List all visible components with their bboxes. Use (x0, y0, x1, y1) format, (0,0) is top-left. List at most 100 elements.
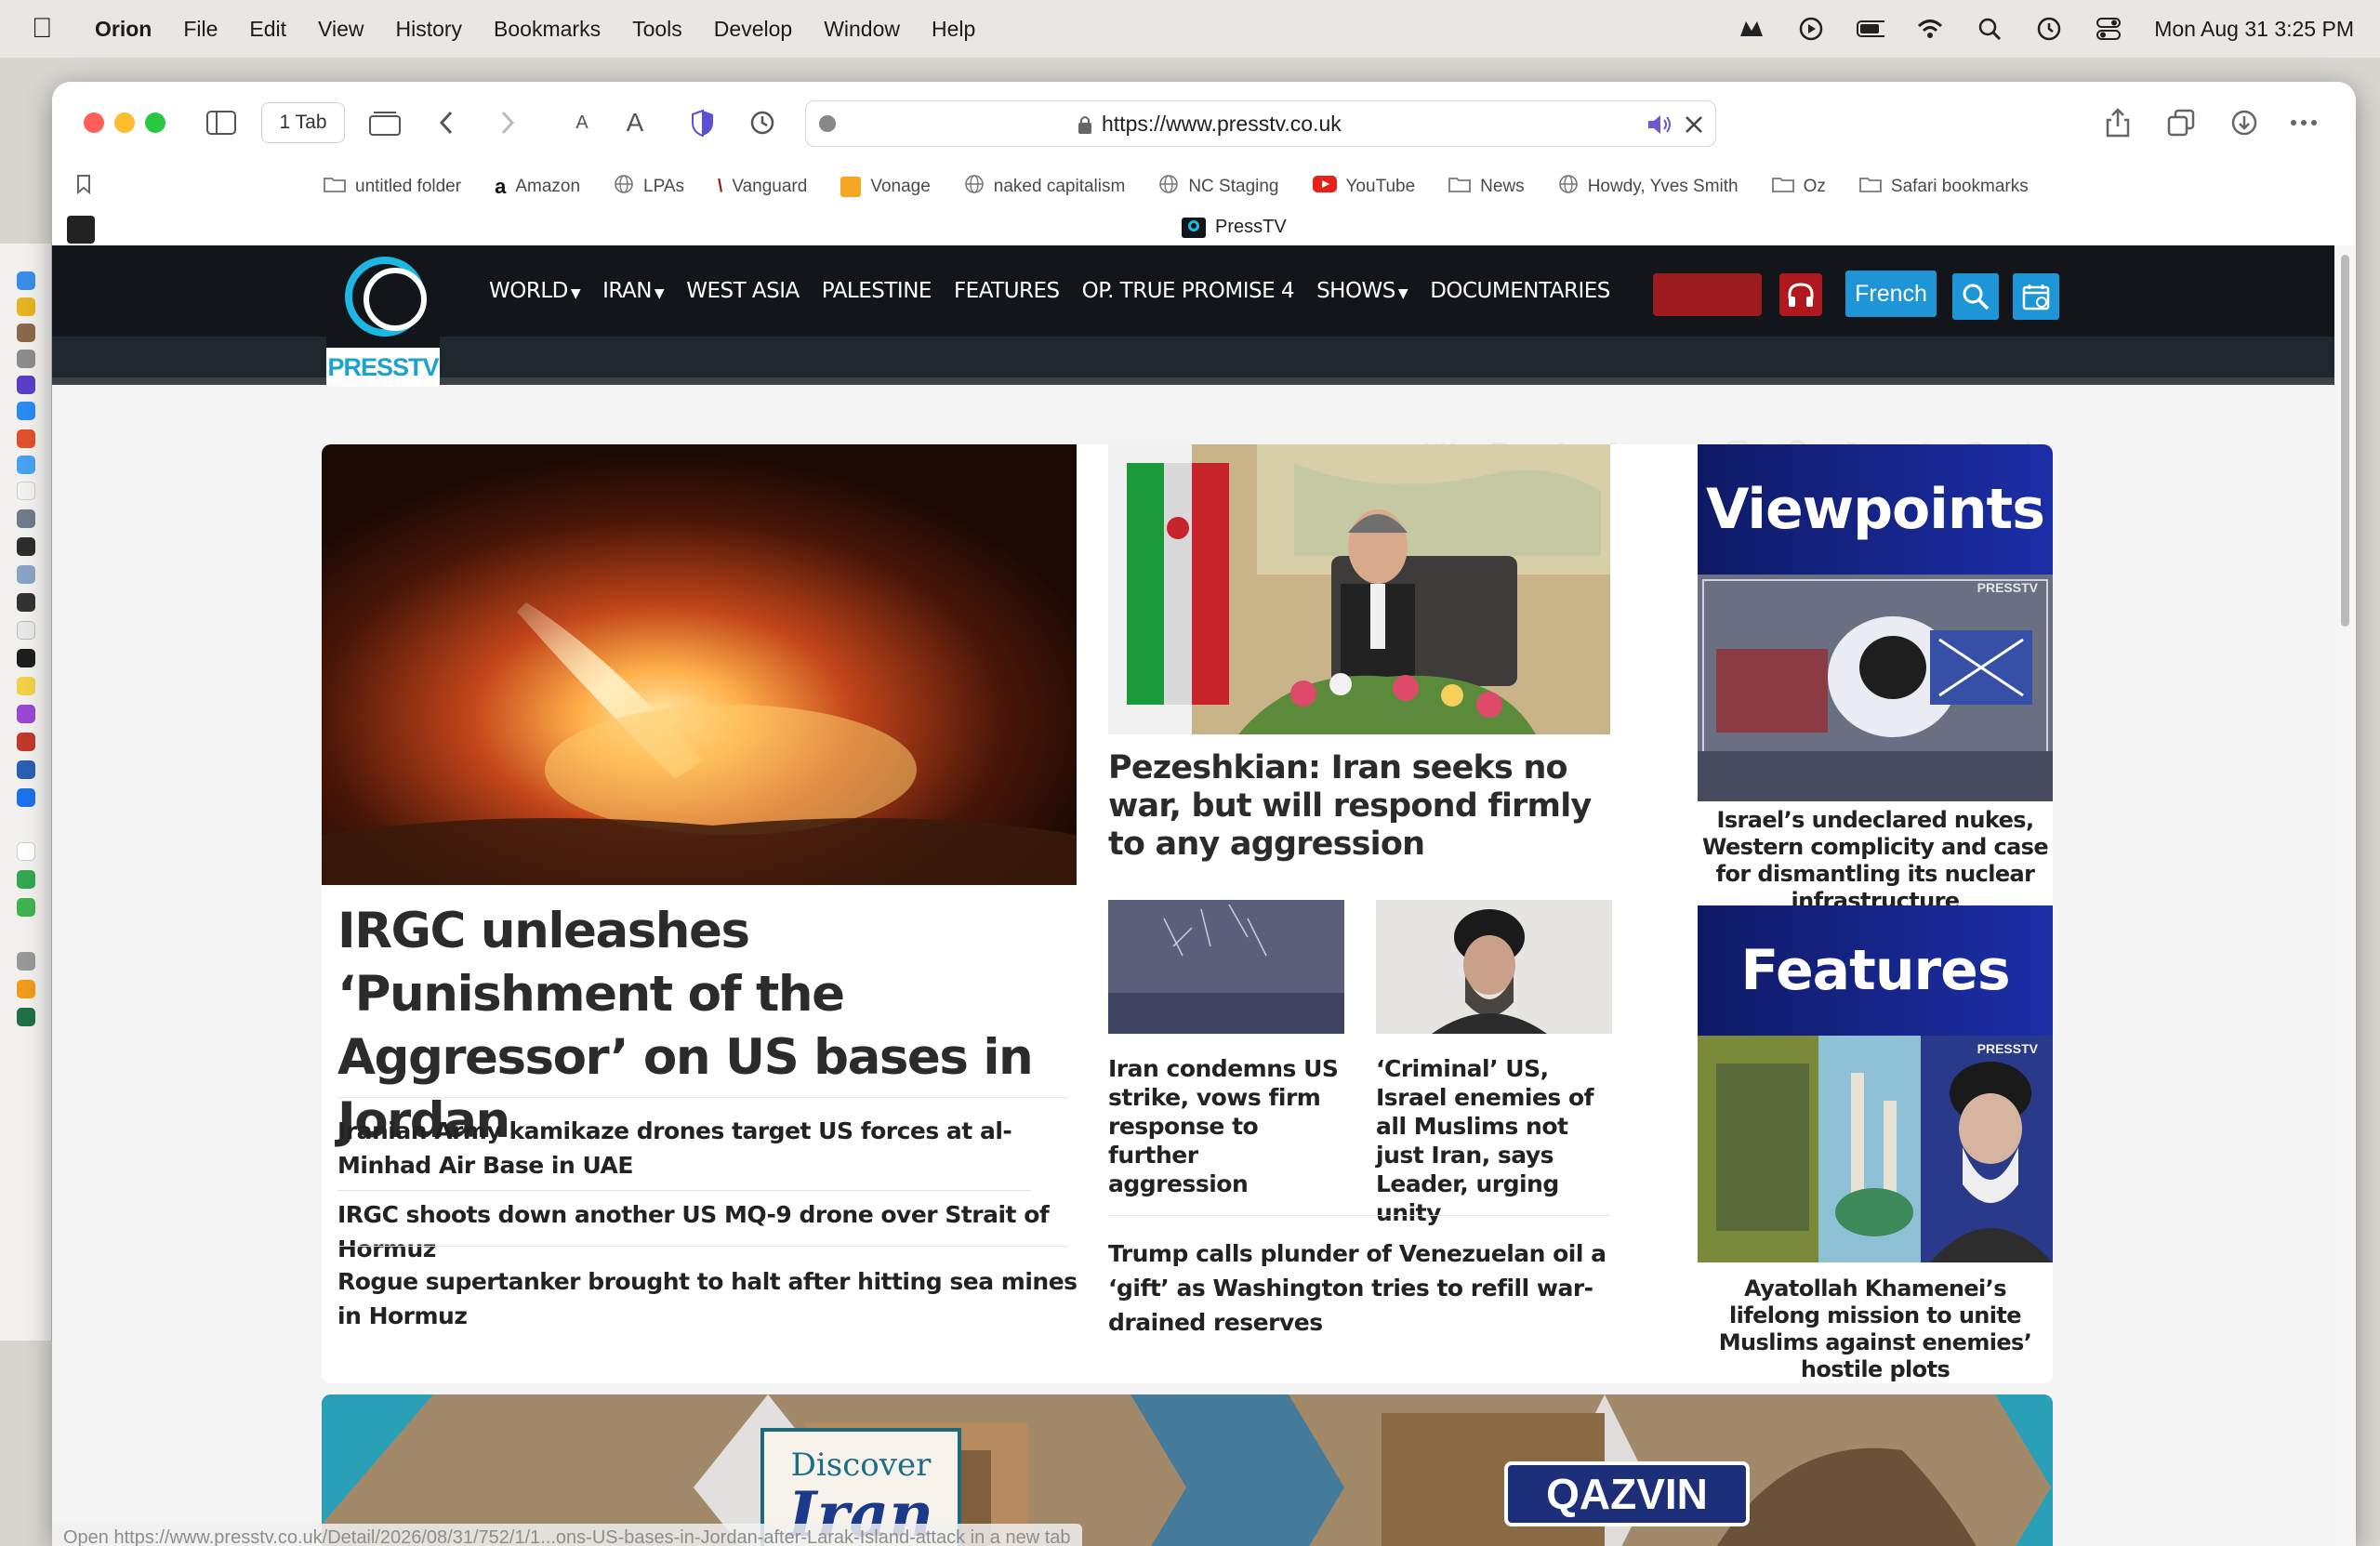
speaker-icon[interactable] (1646, 113, 1673, 140)
site-search-icon[interactable] (1952, 273, 1999, 320)
decrease-text-size-icon[interactable]: A (568, 102, 596, 143)
bookmark-oz-folder[interactable]: Oz (1771, 176, 1826, 198)
bookmark-safari-folder[interactable]: Safari bookmarks (1858, 176, 2029, 198)
dock-safari-icon[interactable] (17, 402, 35, 420)
close-window-button[interactable] (84, 112, 104, 133)
menu-app-name[interactable]: Orion (95, 17, 152, 42)
dock-app-icon[interactable] (17, 621, 35, 640)
dock-app-icon[interactable] (17, 593, 35, 612)
menu-edit[interactable]: Edit (249, 17, 286, 42)
nav-op-true-promise[interactable]: OP. TRUE PROMISE 4 (1082, 279, 1295, 303)
tab-presstv[interactable]: PressTV (1182, 217, 1287, 238)
tab-overview-icon[interactable] (366, 102, 403, 143)
bookmark-untitled-folder[interactable]: untitled folder (324, 176, 461, 198)
back-icon[interactable] (428, 102, 465, 143)
play-icon[interactable] (1797, 15, 1825, 43)
nav-iran[interactable]: IRAN ▼ (602, 279, 665, 303)
menu-view[interactable]: View (318, 17, 364, 42)
dock-podcasts-icon[interactable] (17, 705, 35, 723)
nav-west-asia[interactable]: WEST ASIA (686, 279, 800, 303)
live-button[interactable] (1653, 273, 1762, 316)
nav-world[interactable]: WORLD ▼ (489, 279, 581, 303)
url-text[interactable]: https://www.presstv.co.uk (1102, 112, 1342, 137)
tab-count-button[interactable]: 1 Tab (261, 102, 345, 143)
features-banner[interactable]: Features (1698, 905, 2053, 1036)
downloads-icon[interactable] (2226, 102, 2263, 143)
dock-terminal-icon[interactable] (17, 649, 35, 667)
dock-photos-icon[interactable] (17, 429, 35, 448)
menubar-clock[interactable]: Mon Aug 31 3:25 PM (2154, 17, 2354, 42)
forward-icon[interactable] (489, 102, 526, 143)
pezeshkian-headline[interactable]: Pezeshkian: Iran seeks no war, but will … (1108, 749, 1615, 864)
menu-bookmarks[interactable]: Bookmarks (494, 17, 601, 42)
dock-settings-icon[interactable] (17, 350, 35, 368)
criminal-us-headline[interactable]: ‘Criminal’ US, Israel enemies of all Mus… (1376, 1054, 1612, 1227)
bookmark-howdy[interactable]: Howdy, Yves Smith (1558, 174, 1739, 200)
battery-icon[interactable] (1857, 15, 1885, 43)
bookmark-amazon[interactable]: a Amazon (495, 175, 580, 199)
wifi-icon[interactable] (1916, 15, 1944, 43)
bookmark-lpas[interactable]: LPAs (614, 174, 684, 200)
nav-shows[interactable]: SHOWS ▼ (1316, 279, 1408, 303)
dock-notes-icon[interactable] (17, 677, 35, 695)
strike-thumbnail[interactable] (1108, 900, 1344, 1034)
menu-file[interactable]: File (183, 17, 218, 42)
dock-app-icon[interactable] (17, 788, 35, 807)
sidebar-toggle-icon[interactable] (203, 102, 240, 143)
more-options-icon[interactable] (2285, 102, 2322, 143)
dock-excel-icon[interactable] (17, 1008, 35, 1026)
history-icon[interactable] (744, 102, 781, 143)
menu-history[interactable]: History (395, 17, 462, 42)
dock-app-icon[interactable] (17, 376, 35, 394)
time-machine-icon[interactable] (2035, 15, 2063, 43)
scrollbar-thumb[interactable] (2341, 255, 2349, 627)
increase-text-size-icon[interactable]: A (621, 102, 649, 143)
main-story-image[interactable] (322, 444, 1077, 885)
dock-calendar-icon[interactable] (17, 482, 35, 500)
dock-word-icon[interactable] (17, 760, 35, 779)
nav-palestine[interactable]: PALESTINE (822, 279, 932, 303)
share-icon[interactable] (2099, 102, 2136, 143)
minimize-window-button[interactable] (114, 112, 135, 133)
pinned-tab-icon[interactable] (67, 216, 95, 244)
viewpoints-banner[interactable]: Viewpoints (1698, 444, 2053, 575)
dock-app-icon[interactable] (17, 952, 35, 971)
nav-features[interactable]: FEATURES (954, 279, 1060, 303)
dock-numbers-icon[interactable] (17, 898, 35, 917)
dock-mail-icon[interactable] (17, 456, 35, 474)
sub-headline-3[interactable]: Rogue supertanker brought to halt after … (337, 1264, 1081, 1333)
stop-loading-icon[interactable] (1684, 114, 1704, 139)
dock-app-icon[interactable] (17, 509, 35, 528)
french-language-button[interactable]: French (1845, 271, 1937, 317)
address-bar[interactable]: https://www.presstv.co.uk (805, 100, 1716, 147)
pezeshkian-image[interactable] (1108, 444, 1610, 734)
menu-tools[interactable]: Tools (632, 17, 682, 42)
dock-pages-icon[interactable] (17, 980, 35, 998)
bookmark-sidebar-icon[interactable] (76, 174, 91, 200)
duplicate-tab-icon[interactable] (2162, 102, 2200, 143)
leader-thumbnail[interactable] (1376, 900, 1612, 1034)
dock-chrome-icon[interactable] (17, 297, 35, 316)
dock-app-icon[interactable] (17, 733, 35, 751)
menu-develop[interactable]: Develop (714, 17, 792, 42)
spotlight-search-icon[interactable] (1976, 15, 2003, 43)
apple-menu-icon[interactable]:  (32, 13, 60, 45)
status-app-icon[interactable] (1738, 15, 1765, 43)
trump-venezuela-headline[interactable]: Trump calls plunder of Venezuelan oil a … (1108, 1236, 1615, 1340)
vertical-scrollbar[interactable] (2334, 245, 2356, 1546)
dock-app-icon[interactable] (17, 537, 35, 556)
features-headline[interactable]: Ayatollah Khamenei’s lifelong mission to… (1698, 1275, 2053, 1383)
bookmark-naked-capitalism[interactable]: naked capitalism (964, 174, 1125, 200)
dock-gmail-icon[interactable] (17, 842, 35, 861)
shield-icon[interactable] (684, 102, 721, 143)
zoom-window-button[interactable] (145, 112, 165, 133)
viewpoints-headline[interactable]: Israel’s undeclared nukes, Western compl… (1698, 807, 2053, 915)
headphones-icon[interactable] (1779, 273, 1822, 316)
dock-app-icon[interactable] (17, 565, 35, 584)
viewpoints-image[interactable]: PRESSTV (1698, 575, 2053, 801)
presstv-logo[interactable]: PRESSTV (326, 245, 440, 387)
menu-window[interactable]: Window (824, 17, 900, 42)
nav-documentaries[interactable]: DOCUMENTARIES (1430, 279, 1610, 303)
control-center-icon[interactable] (2095, 15, 2122, 43)
features-image[interactable]: PRESSTV (1698, 1036, 2053, 1262)
